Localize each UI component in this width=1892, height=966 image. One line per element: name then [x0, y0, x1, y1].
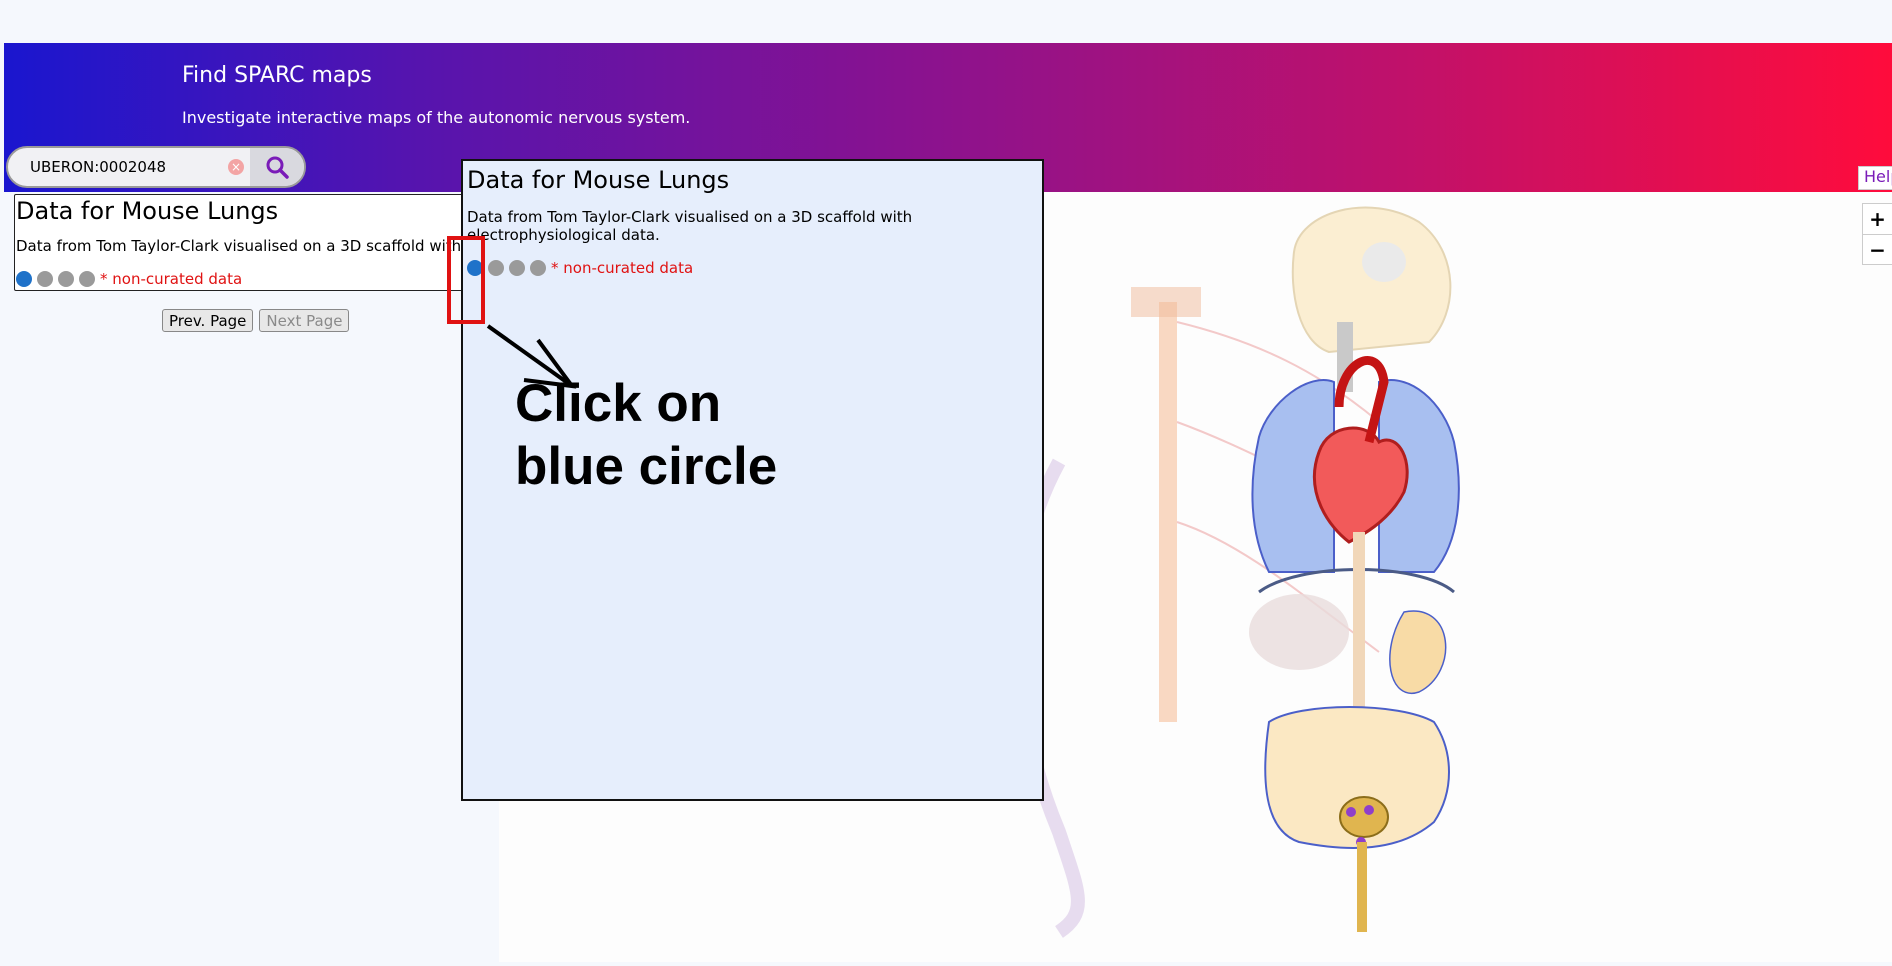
help-button[interactable]: Help: [1858, 166, 1892, 190]
data-dot-grey[interactable]: [37, 271, 53, 287]
search-input[interactable]: UBERON:0002048: [8, 158, 228, 176]
data-dot-grey[interactable]: [530, 260, 546, 276]
popup-title: Data for Mouse Lungs: [467, 166, 730, 194]
next-page-button[interactable]: Next Page: [259, 309, 350, 332]
search-icon: [266, 156, 289, 179]
data-dot-grey[interactable]: [58, 271, 74, 287]
page-subtitle: Investigate interactive maps of the auto…: [182, 108, 691, 127]
data-dot-blue[interactable]: [16, 271, 32, 287]
data-dot-grey[interactable]: [488, 260, 504, 276]
search-button[interactable]: [250, 148, 304, 186]
zoom-out-button[interactable]: −: [1863, 235, 1892, 265]
page-title: Find SPARC maps: [182, 63, 372, 88]
non-curated-label: * non-curated data: [551, 259, 694, 277]
clear-icon[interactable]: ×: [228, 159, 244, 175]
result-card[interactable]: Data for Mouse Lungs Data from Tom Taylo…: [14, 194, 494, 291]
pagination: Prev. Page Next Page: [162, 309, 350, 332]
data-dot-grey[interactable]: [509, 260, 525, 276]
non-curated-label: * non-curated data: [100, 270, 243, 288]
sidebar: [4, 192, 499, 962]
data-dot-grey[interactable]: [79, 271, 95, 287]
zoom-in-button[interactable]: +: [1863, 204, 1892, 235]
instruction-line-1: Click on: [515, 374, 722, 433]
instruction-line-2: blue circle: [515, 437, 778, 496]
popup-description: Data from Tom Taylor-Clark visualised on…: [467, 208, 913, 244]
popup-dots: * non-curated data: [467, 259, 693, 277]
result-dots: * non-curated data: [16, 270, 242, 288]
search-bar: UBERON:0002048 ×: [6, 146, 306, 188]
zoom-control: + −: [1862, 203, 1892, 265]
result-title: Data for Mouse Lungs: [16, 197, 279, 225]
instruction-annotation: Click on blue circle: [515, 372, 777, 498]
prev-page-button[interactable]: Prev. Page: [162, 309, 254, 332]
result-description: Data from Tom Taylor-Clark visualised on…: [16, 237, 493, 255]
highlight-box: [447, 236, 485, 324]
